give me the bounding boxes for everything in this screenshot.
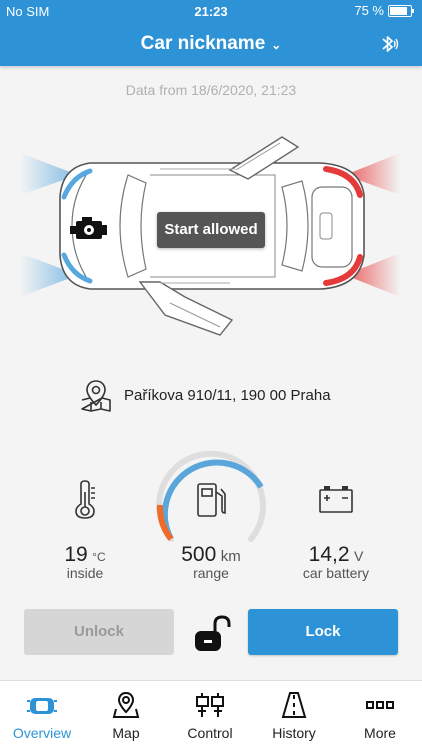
map-location-icon	[81, 380, 111, 412]
range-value: 500	[181, 543, 217, 566]
fuel-pump-icon	[197, 483, 226, 517]
tab-overview-label: Overview	[12, 725, 72, 741]
battery-percent: 75 %	[354, 3, 384, 18]
tab-more-label: More	[364, 725, 396, 741]
bluetooth-icon[interactable]	[376, 32, 400, 56]
range-stat: 500 km range	[160, 543, 262, 581]
status-bar: No SIM 21:23 75 %	[0, 0, 422, 22]
battery-status: 75 %	[354, 3, 414, 18]
tab-more[interactable]: More	[338, 681, 422, 751]
temperature-label: inside	[66, 565, 104, 581]
map-pin-icon	[112, 691, 140, 718]
battery-label: car battery	[302, 565, 370, 581]
car-overview-icon	[27, 698, 57, 714]
data-timestamp: Data from 18/6/2020, 21:23	[125, 82, 297, 98]
location-row[interactable]: Paříkova 910/11, 190 00 Praha	[80, 377, 331, 413]
battery-icon	[388, 4, 414, 17]
range-unit: km	[220, 548, 241, 565]
header-bar: Car nickname ⌄	[0, 22, 422, 66]
temperature-value: 19	[64, 543, 88, 566]
open-door-bottom	[138, 281, 234, 336]
control-icon	[196, 693, 224, 717]
temperature-unit: °C	[92, 550, 106, 564]
unlocked-padlock-icon	[195, 615, 231, 651]
address-text: Paříkova 910/11, 190 00 Praha	[124, 386, 331, 404]
thermometer-icon	[75, 480, 95, 519]
temperature-stat: 19 °C inside	[45, 543, 125, 581]
tab-overview[interactable]: Overview	[0, 681, 84, 751]
tab-control[interactable]: Control	[168, 681, 252, 751]
road-icon	[281, 692, 307, 718]
tab-history[interactable]: History	[252, 681, 336, 751]
unlock-button[interactable]: Unlock	[24, 609, 174, 655]
car-battery-icon	[319, 486, 353, 513]
tab-history-label: History	[272, 725, 316, 741]
battery-stat: 14,2 V car battery	[286, 543, 386, 581]
range-label: range	[193, 565, 229, 581]
chevron-down-icon: ⌄	[271, 38, 282, 52]
car-selector[interactable]: Car nickname ⌄	[0, 33, 422, 55]
tab-bar: Overview Map Control History More	[0, 680, 422, 751]
more-dots-icon	[366, 701, 394, 709]
battery-voltage-value: 14,2	[308, 543, 350, 566]
tab-map[interactable]: Map	[84, 681, 168, 751]
lock-button[interactable]: Lock	[248, 609, 398, 655]
tab-control-label: Control	[187, 725, 233, 741]
tab-map-label: Map	[112, 725, 140, 741]
start-status-badge: Start allowed	[157, 212, 265, 248]
car-name: Car nickname	[140, 33, 266, 54]
battery-voltage-unit: V	[353, 548, 364, 564]
